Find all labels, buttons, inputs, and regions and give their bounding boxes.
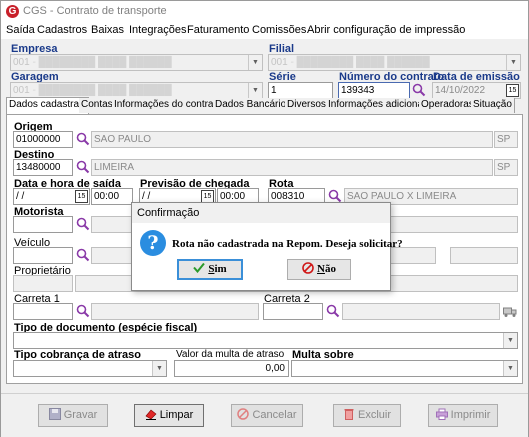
search-icon[interactable] bbox=[76, 132, 90, 146]
chevron-down-icon[interactable]: ▼ bbox=[503, 333, 517, 348]
veiculo-extra-field bbox=[450, 247, 518, 264]
no-label-mnemonic: N bbox=[317, 263, 325, 275]
empresa-value: 001 bbox=[13, 57, 30, 68]
menu-abrir-config-impressao[interactable]: Abrir configuração de impressão bbox=[307, 24, 465, 36]
excluir-button-label: Excluir bbox=[357, 409, 391, 421]
multa-sobre-select[interactable]: ▼ bbox=[291, 360, 518, 377]
numero-contrato-field[interactable]: 139343 bbox=[338, 82, 410, 99]
data-emissao-value: 14/10/2022 bbox=[435, 85, 486, 96]
menu-comissoes[interactable]: Comissões bbox=[252, 24, 306, 36]
dialog-title: Confirmação bbox=[137, 207, 200, 219]
origem-code-field[interactable]: 01000000 bbox=[13, 131, 73, 148]
valor-multa-field[interactable]: 0,00 bbox=[174, 360, 289, 377]
data-emissao-field[interactable]: 14/10/2022 15 bbox=[432, 82, 521, 99]
title-bar: G CGS - Contrato de transporte bbox=[1, 1, 528, 22]
menu-baixas[interactable]: Baixas bbox=[91, 24, 124, 36]
question-icon: ? bbox=[140, 230, 166, 256]
no-button[interactable]: Não bbox=[287, 259, 351, 280]
hora-saida-field[interactable]: 00:00 bbox=[91, 188, 133, 205]
save-icon bbox=[48, 408, 61, 420]
trash-icon bbox=[344, 409, 354, 420]
empresa-select[interactable]: 001 - ████████ ████ ██████ ▼ bbox=[10, 54, 263, 71]
motorista-code-field[interactable] bbox=[13, 216, 73, 233]
yes-label-post: im bbox=[214, 263, 227, 275]
menu-bar: Saída Cadastros Baixas Integrações Fatur… bbox=[1, 22, 528, 39]
menu-faturamento[interactable]: Faturamento bbox=[187, 24, 249, 36]
carreta1-desc-field bbox=[91, 303, 259, 320]
limpar-button-label: Limpar bbox=[159, 409, 194, 421]
data-saida-value: / / bbox=[16, 191, 25, 202]
carreta2-code-field[interactable] bbox=[263, 303, 323, 320]
printer-icon bbox=[435, 408, 448, 420]
tab-dados-bancarios[interactable]: Dados Bancários bbox=[213, 98, 295, 113]
search-icon[interactable] bbox=[76, 217, 90, 231]
excluir-button[interactable]: Excluir bbox=[333, 404, 401, 427]
menu-cadastros[interactable]: Cadastros bbox=[37, 24, 87, 36]
main-window: G CGS - Contrato de transporte Saída Cad… bbox=[0, 0, 529, 437]
data-previsao-value: / / bbox=[142, 191, 151, 202]
search-icon[interactable] bbox=[76, 160, 90, 174]
tipo-cobranca-select[interactable]: ▼ bbox=[13, 360, 167, 377]
veiculo-code-field[interactable] bbox=[13, 247, 73, 264]
imprimir-button-label: Imprimir bbox=[450, 409, 491, 421]
yes-button[interactable]: Sim bbox=[177, 259, 243, 280]
chevron-down-icon[interactable]: ▼ bbox=[152, 361, 166, 376]
eraser-icon bbox=[145, 409, 157, 420]
destino-code-field[interactable]: 13480000 bbox=[13, 159, 73, 176]
carreta1-code-field[interactable] bbox=[13, 303, 73, 320]
imprimir-button[interactable]: Imprimir bbox=[428, 404, 498, 427]
gravar-button[interactable]: Gravar bbox=[38, 404, 108, 427]
truck-icon[interactable] bbox=[503, 305, 517, 318]
tab-situacao[interactable]: Situação bbox=[471, 98, 515, 113]
gravar-button-label: Gravar bbox=[63, 409, 98, 421]
no-entry-icon bbox=[302, 262, 314, 274]
data-saida-field[interactable]: / / 15 bbox=[13, 188, 90, 205]
menu-saida[interactable]: Saída bbox=[6, 24, 35, 36]
tab-diversos[interactable]: Diversos bbox=[285, 98, 329, 113]
tab-informacoes-contrato[interactable]: Informações do contrato bbox=[112, 98, 225, 113]
destino-uf-field: SP bbox=[494, 159, 518, 176]
origem-city-field: SAO PAULO bbox=[91, 131, 493, 148]
filial-select[interactable]: 001 - ████████ ████ ██████ ▼ bbox=[268, 54, 521, 71]
no-label-post: ão bbox=[324, 263, 336, 275]
calendar-icon[interactable]: 15 bbox=[75, 190, 88, 203]
cancelar-button-label: Cancelar bbox=[252, 409, 297, 421]
tipo-documento-select[interactable]: ▼ bbox=[13, 332, 518, 349]
search-icon[interactable] bbox=[328, 189, 342, 203]
tab-operadoras[interactable]: Operadoras bbox=[419, 98, 477, 113]
tab-contas[interactable]: Contas bbox=[79, 98, 116, 113]
garagem-value: 001 bbox=[13, 85, 30, 96]
check-icon bbox=[193, 262, 206, 274]
destino-city-field: LIMEIRA bbox=[91, 159, 493, 176]
chevron-down-icon[interactable]: ▼ bbox=[503, 361, 517, 376]
search-icon[interactable] bbox=[412, 83, 426, 97]
menu-integracoes[interactable]: Integrações bbox=[129, 24, 186, 36]
chevron-down-icon[interactable]: ▼ bbox=[248, 83, 262, 98]
origem-uf-field: SP bbox=[494, 131, 518, 148]
window-title: CGS - Contrato de transporte bbox=[23, 5, 167, 17]
dialog-title-bar: Confirmação bbox=[132, 203, 390, 223]
search-icon[interactable] bbox=[76, 304, 90, 318]
proprietario-code-field bbox=[13, 275, 73, 292]
serie-field[interactable]: 1 bbox=[268, 82, 333, 99]
dialog-message: Rota não cadastrada na Repom. Deseja sol… bbox=[172, 238, 403, 250]
chevron-down-icon[interactable]: ▼ bbox=[506, 55, 520, 70]
action-bar: Gravar Limpar Cancelar Excluir Imprimir bbox=[1, 393, 528, 437]
limpar-button[interactable]: Limpar bbox=[134, 404, 204, 427]
valor-multa-label: Valor da multa de atraso bbox=[176, 349, 285, 360]
carreta2-desc-field bbox=[342, 303, 500, 320]
tab-dados-cadastrais[interactable]: Dados cadastrais bbox=[6, 97, 90, 114]
search-icon[interactable] bbox=[76, 248, 90, 262]
tab-informacoes-adicionais[interactable]: Informações adicionais bbox=[326, 98, 434, 113]
chevron-down-icon[interactable]: ▼ bbox=[248, 55, 262, 70]
cancelar-button[interactable]: Cancelar bbox=[231, 404, 303, 427]
filial-value: 001 bbox=[271, 57, 288, 68]
calendar-icon[interactable]: 15 bbox=[506, 84, 519, 97]
confirmation-dialog: Confirmação ? Rota não cadastrada na Rep… bbox=[131, 202, 403, 291]
search-icon[interactable] bbox=[326, 304, 340, 318]
cancel-icon bbox=[237, 408, 250, 420]
app-logo-icon: G bbox=[6, 5, 19, 18]
